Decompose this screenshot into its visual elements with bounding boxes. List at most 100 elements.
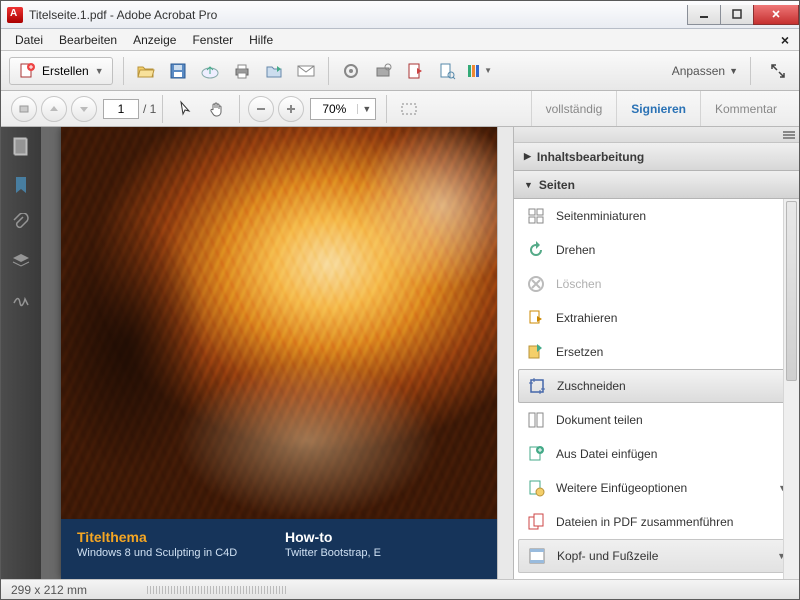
printer-icon [233,62,251,80]
menu-datei[interactable]: Datei [7,31,51,49]
zoom-in-button[interactable] [278,96,304,122]
tab-vollstaendig[interactable]: vollständig [531,91,617,126]
page-total-label: / 1 [143,102,156,116]
panel-header [514,127,799,143]
minus-icon [255,103,267,115]
pdf-page: Titelthema Windows 8 und Sculpting in C4… [61,127,509,579]
arrow-down-icon [79,104,89,114]
attachment-icon[interactable] [11,213,31,233]
pages-tool-header[interactable]: Kopf- und Fußzeile▼ [518,539,795,573]
zoom-combo[interactable]: ▼ [310,98,376,120]
pages-tool-bg[interactable]: Hintergrund▼ [514,573,799,579]
section-inhaltsbearbeitung[interactable]: ▶ Inhaltsbearbeitung [514,143,799,171]
page-search-icon [438,62,456,80]
page-down-button[interactable] [71,96,97,122]
rotate-icon [526,240,546,260]
pages-tool-replace[interactable]: Ersetzen [514,335,799,369]
page-number-input[interactable] [103,99,139,119]
split-icon [526,410,546,430]
status-bar: 299 x 212 mm [1,579,799,599]
main-toolbar: Erstellen ▼ ▼ Anpassen ▼ [1,51,799,91]
tool-label: Extrahieren [556,311,617,325]
pages-tool-thumbs[interactable]: Seitenminiaturen [514,199,799,233]
pages-tool-crop[interactable]: Zuschneiden [518,369,795,403]
dashed-rect-icon [400,100,418,118]
select-tool-button[interactable] [171,95,199,123]
tool-label: Drehen [556,243,595,257]
replace-icon [526,342,546,362]
menu-fenster[interactable]: Fenster [184,31,241,49]
cloud-button[interactable] [196,57,224,85]
plus-icon [285,103,297,115]
print-button[interactable] [228,57,256,85]
chevron-down-icon: ▼ [95,66,104,76]
triangle-down-icon: ▼ [524,180,533,190]
open-button[interactable] [132,57,160,85]
panel-menu-icon[interactable] [783,130,795,140]
printer-small-icon [18,103,30,115]
signature-panel-icon[interactable] [11,289,31,309]
menu-bearbeiten[interactable]: Bearbeiten [51,31,125,49]
menu-hilfe[interactable]: Hilfe [241,31,281,49]
create-button[interactable]: Erstellen ▼ [9,57,113,85]
zoom-input[interactable] [311,102,357,116]
expand-icon [769,62,787,80]
fullscreen-button[interactable] [765,58,791,84]
pages-tool-moreins[interactable]: Weitere Einfügeoptionen▼ [514,471,799,505]
chevron-down-icon: ▼ [729,66,738,76]
tab-kommentar[interactable]: Kommentar [700,91,791,126]
share-button[interactable] [260,57,288,85]
window-maximize-button[interactable] [720,5,754,25]
crop-icon [527,376,547,396]
page-up-button[interactable] [41,96,67,122]
section-label: Inhaltsbearbeitung [537,150,644,164]
moreins-icon [526,478,546,498]
tab-signieren[interactable]: Signieren [616,91,700,126]
zoom-out-button[interactable] [248,96,274,122]
hand-icon [208,100,226,118]
footer-title-2: How-to [285,529,493,545]
layers-icon[interactable] [11,251,31,271]
page-graphic [61,127,509,519]
color-bars-icon [465,62,483,80]
hand-tool-button[interactable] [203,95,231,123]
tool-label: Löschen [556,277,601,291]
pages-tool-rotate[interactable]: Drehen [514,233,799,267]
save-button[interactable] [164,57,192,85]
window-close-button[interactable] [753,5,799,25]
show-prev-view-button[interactable] [11,96,37,122]
page-thumbnails-icon[interactable] [11,137,31,157]
header-icon [527,546,547,566]
panel-scrollbar[interactable] [783,199,799,579]
color-button[interactable]: ▼ [465,57,493,85]
export-pdf-button[interactable] [401,57,429,85]
document-viewport[interactable]: Titelthema Windows 8 und Sculpting in C4… [41,127,513,579]
section-label: Seiten [539,178,575,192]
chevron-down-icon[interactable]: ▼ [357,104,375,114]
tool-label: Zuschneiden [557,379,626,393]
triangle-right-icon: ▶ [524,151,531,162]
pages-tool-extract[interactable]: Extrahieren [514,301,799,335]
menubar-close-doc-button[interactable]: × [777,32,793,48]
bookmark-icon[interactable] [11,175,31,195]
footer-sub-2: Twitter Bootstrap, E [285,547,493,559]
envelope-icon [296,64,316,78]
tool-label: Weitere Einfügeoptionen [556,481,687,495]
delete-icon [526,274,546,294]
pages-tool-combine[interactable]: Dateien in PDF zusammenführen [514,505,799,539]
status-bar-grip[interactable] [147,586,287,594]
menu-anzeige[interactable]: Anzeige [125,31,184,49]
gear-print-icon [374,62,392,80]
marquee-zoom-button[interactable] [395,95,423,123]
find-button[interactable] [433,57,461,85]
customize-button[interactable]: Anpassen ▼ [666,64,744,78]
email-button[interactable] [292,57,320,85]
pages-tool-split[interactable]: Dokument teilen [514,403,799,437]
section-seiten[interactable]: ▼ Seiten [514,171,799,199]
settings-button[interactable] [337,57,365,85]
window-minimize-button[interactable] [687,5,721,25]
pages-tool-insert[interactable]: Aus Datei einfügen [514,437,799,471]
tool-button-1[interactable] [369,57,397,85]
scrollbar-thumb[interactable] [786,201,797,381]
document-scrollbar[interactable] [497,127,513,579]
